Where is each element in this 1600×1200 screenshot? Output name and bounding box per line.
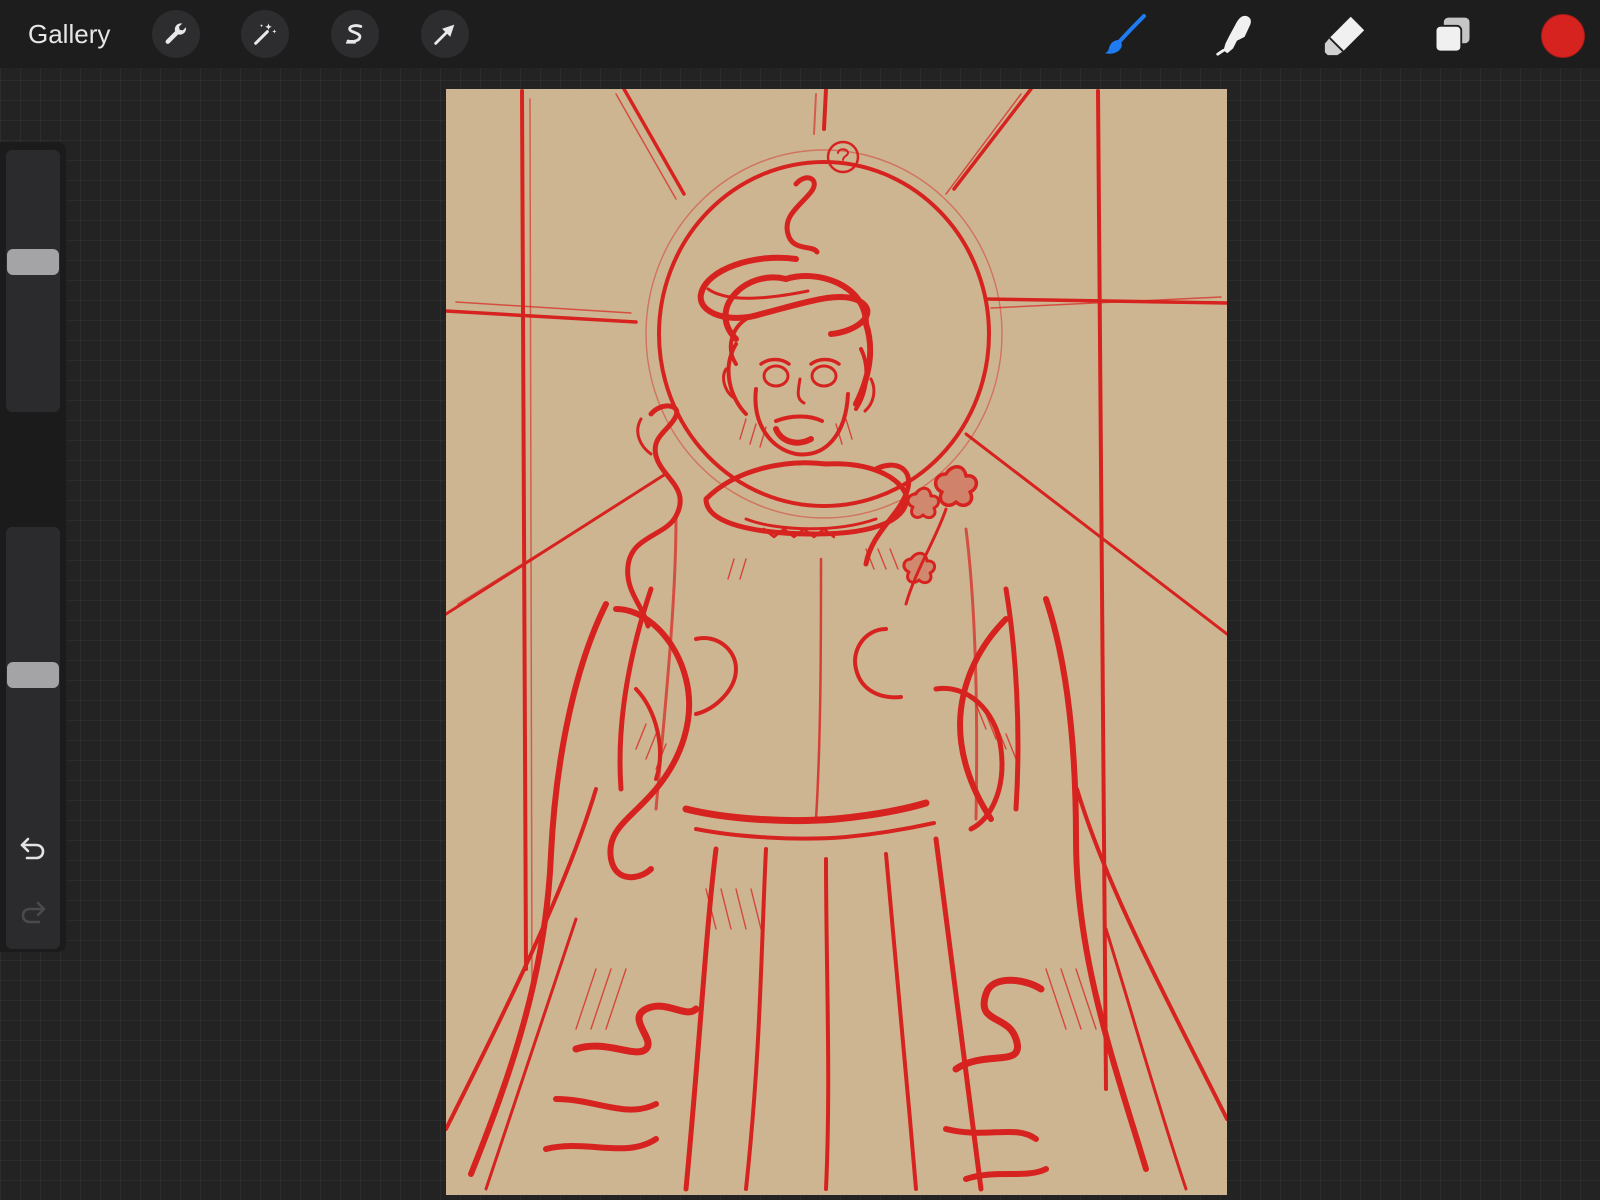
opacity-slider[interactable] — [6, 527, 60, 949]
color-picker-button[interactable] — [1541, 14, 1585, 58]
sketch-artwork — [446, 89, 1227, 1195]
arrow-cursor-icon — [434, 24, 455, 45]
top-toolbar: Gallery — [0, 0, 1600, 68]
eraser-tool-button[interactable] — [1320, 10, 1370, 60]
layers-icon — [1434, 17, 1470, 53]
adjustments-button[interactable] — [241, 10, 289, 58]
brush-icon — [1105, 14, 1146, 54]
smudge-tool-button[interactable] — [1210, 10, 1260, 60]
redo-button[interactable] — [14, 894, 52, 930]
actions-button[interactable] — [152, 10, 200, 58]
brush-size-slider[interactable] — [6, 150, 60, 412]
layers-button[interactable] — [1428, 10, 1478, 60]
brush-tool-button[interactable] — [1100, 10, 1150, 60]
transform-button[interactable] — [421, 10, 469, 58]
wrench-icon — [165, 23, 187, 44]
drawing-canvas[interactable] — [446, 89, 1227, 1195]
brush-size-slider-thumb[interactable] — [7, 249, 59, 275]
undo-arrow-icon — [20, 837, 45, 860]
smudge-finger-icon — [1216, 15, 1251, 56]
opacity-slider-thumb[interactable] — [7, 662, 59, 688]
redo-arrow-icon — [21, 901, 46, 924]
gallery-button[interactable]: Gallery — [28, 16, 110, 52]
side-toolbar — [0, 142, 66, 952]
magic-wand-icon — [254, 23, 277, 45]
selection-s-icon — [345, 24, 363, 44]
selection-button[interactable] — [331, 10, 379, 58]
undo-button[interactable] — [14, 830, 52, 866]
eraser-icon — [1324, 16, 1365, 56]
